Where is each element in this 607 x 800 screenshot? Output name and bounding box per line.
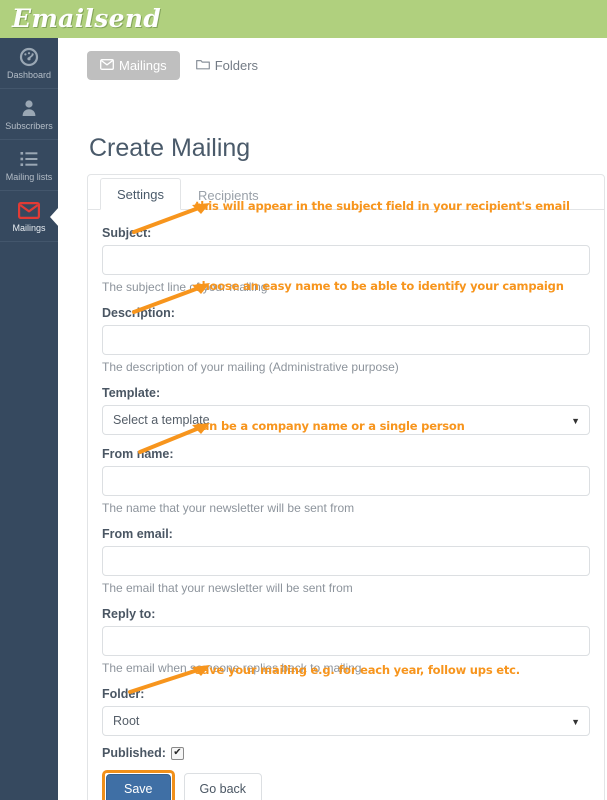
- folder-selected-value: Root: [113, 714, 140, 728]
- create-mailing-panel: Settings Recipients Subject: The subject…: [87, 174, 605, 800]
- reply-to-input[interactable]: [102, 626, 590, 656]
- nav-tab-label: Folders: [214, 58, 259, 73]
- description-label: Description:: [102, 306, 175, 320]
- annotation-from-name: can be a company name or a single person: [195, 419, 465, 433]
- top-nav-tabs: Mailings Folders: [87, 51, 268, 80]
- published-label: Published:: [102, 746, 166, 760]
- user-icon: [19, 97, 39, 119]
- reply-to-label: Reply to:: [102, 607, 156, 621]
- field-group-from-name: From name: The name that your newsletter…: [102, 445, 590, 515]
- sidebar-item-mailing-lists[interactable]: Mailing lists: [0, 140, 58, 191]
- sidebar-item-mailings[interactable]: Mailings: [0, 191, 59, 242]
- page-title: Create Mailing: [89, 134, 251, 162]
- sidebar-item-subscribers[interactable]: Subscribers: [0, 89, 58, 140]
- check-icon: ✔: [173, 747, 182, 758]
- field-group-published: Published: ✔: [102, 746, 590, 760]
- from-email-input[interactable]: [102, 546, 590, 576]
- template-label: Template:: [102, 386, 161, 400]
- subject-label: Subject:: [102, 226, 152, 240]
- nav-tab-folders[interactable]: Folders: [186, 51, 268, 80]
- top-header-bar: Emailsend: [0, 0, 607, 38]
- envelope-icon: [100, 58, 114, 73]
- from-email-label: From email:: [102, 527, 173, 541]
- tab-settings[interactable]: Settings: [100, 178, 181, 210]
- app-window: Emailsend Dashboard Subscribers Mailing …: [0, 0, 607, 800]
- description-help-text: The description of your mailing (Adminis…: [102, 360, 399, 374]
- form-actions: Save Go back: [102, 770, 590, 800]
- annotation-folder: save your mailing e.g. for each year, fo…: [195, 663, 520, 677]
- sidebar-item-dashboard[interactable]: Dashboard: [0, 38, 58, 89]
- published-checkbox[interactable]: ✔: [170, 746, 184, 760]
- folder-select[interactable]: Root ▼: [102, 706, 590, 736]
- chevron-down-icon: ▼: [571, 416, 580, 426]
- from-name-label: From name:: [102, 447, 174, 461]
- mailing-settings-form: Subject: The subject line of your mailin…: [88, 210, 604, 800]
- annotation-subject: this will appear in the subject field in…: [195, 199, 570, 213]
- nav-tab-label: Mailings: [119, 58, 167, 73]
- envelope-icon: [18, 199, 40, 221]
- description-input[interactable]: [102, 325, 590, 355]
- app-logo[interactable]: Emailsend: [12, 4, 161, 33]
- sidebar-item-label: Subscribers: [5, 121, 53, 131]
- sidebar-item-label: Mailings: [12, 223, 46, 233]
- folder-label: Folder:: [102, 687, 145, 701]
- field-group-from-email: From email: The email that your newslett…: [102, 525, 590, 595]
- field-group-folder: Folder: Root ▼: [102, 685, 590, 736]
- chevron-down-icon: ▼: [571, 717, 580, 727]
- dashboard-gauge-icon: [19, 46, 39, 68]
- save-button[interactable]: Save: [106, 774, 171, 800]
- annotation-description: choose an easy name to be able to identi…: [195, 279, 564, 293]
- save-highlight-ring: Save: [102, 770, 175, 800]
- main-content: Mailings Folders Create Mailing Settings…: [58, 38, 607, 800]
- from-name-help-text: The name that your newsletter will be se…: [102, 501, 355, 515]
- nav-tab-mailings[interactable]: Mailings: [87, 51, 180, 80]
- tab-label: Settings: [117, 187, 164, 202]
- sidebar-item-label: Mailing lists: [5, 172, 53, 182]
- subject-input[interactable]: [102, 245, 590, 275]
- go-back-button[interactable]: Go back: [183, 773, 263, 800]
- sidebar-item-label: Dashboard: [6, 70, 52, 80]
- list-icon: [19, 148, 39, 170]
- sidebar: Dashboard Subscribers Mailing lists Mail…: [0, 38, 59, 800]
- from-name-input[interactable]: [102, 466, 590, 496]
- folder-icon: [195, 58, 210, 73]
- field-group-description: Description: The description of your mai…: [102, 304, 590, 374]
- from-email-help-text: The email that your newsletter will be s…: [102, 581, 353, 595]
